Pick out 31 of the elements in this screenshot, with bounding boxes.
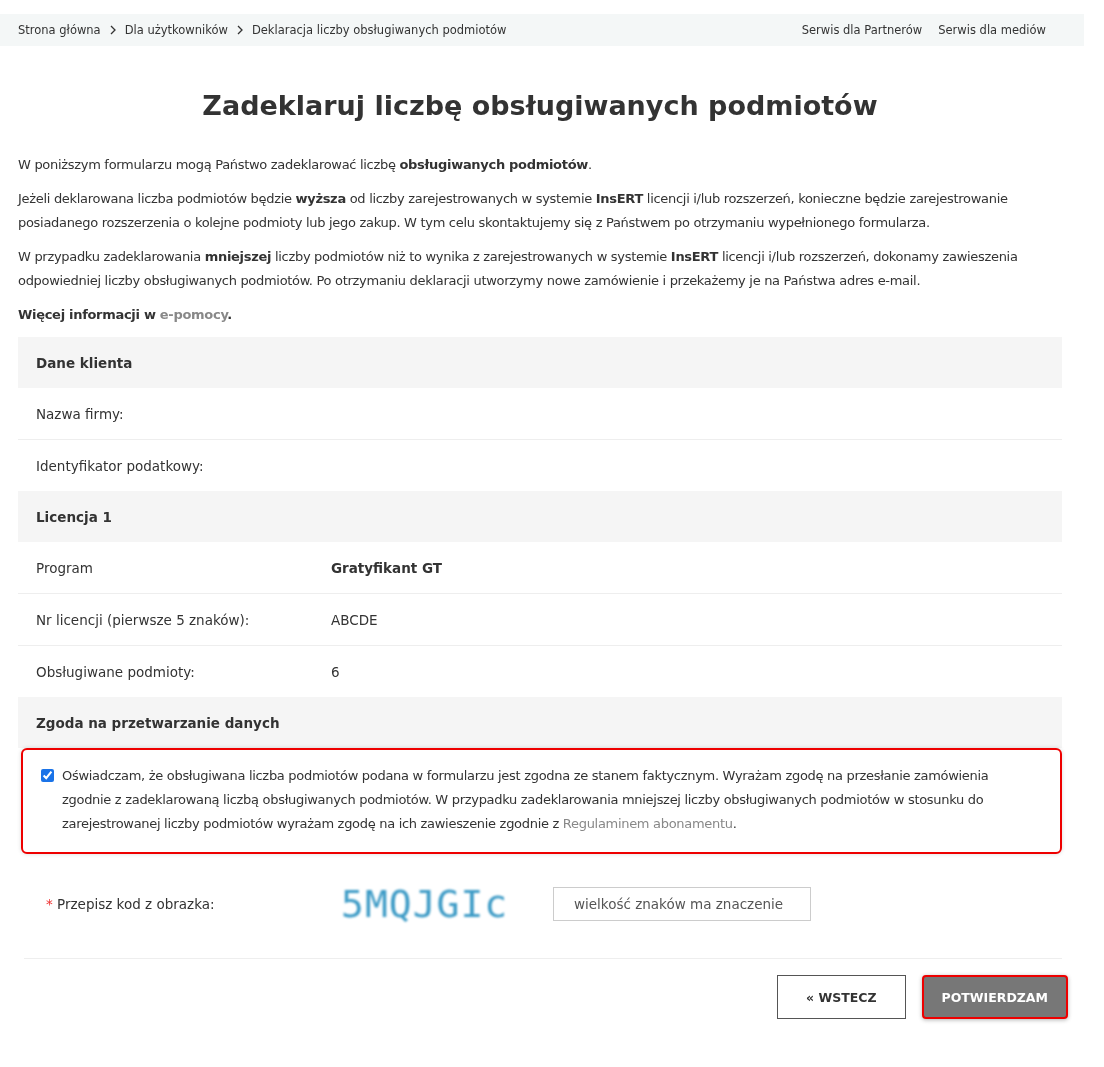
captcha-label: * Przepisz kod z obrazka: — [46, 896, 216, 912]
consent-text: Oświadczam, że obsługiwana liczba podmiotów podana w formularzu jest zgodna ze stanem faktycznym. Wyrażam zgodę na przesłanie zamówienia zgodnie z zadeklarowaną liczbą obsługiwanych podmiotów. W przypadku zadeklarowania mniejszej liczby obsługiwanych podmiotów w stosunku do zarejestrowanej liczby podmiotów wyrażam zgodę na ich zawieszenie zgodnie z Regulaminem abonamentu. — [62, 767, 990, 833]
help-link[interactable]: e-pomocy — [159, 307, 228, 322]
terms-link[interactable]: Regulaminem abonamentu — [562, 816, 733, 831]
consent-checkbox[interactable] — [41, 769, 54, 782]
top-link[interactable]: Serwis dla Partnerów — [801, 23, 923, 37]
section-header: Licencja 1 — [18, 491, 1062, 542]
field-value: ABCDE — [331, 611, 378, 628]
chevron-right-icon — [235, 25, 244, 35]
chevron-right-icon — [108, 25, 117, 35]
more-info-text: Więcej informacji w e-pomocy. — [18, 306, 233, 324]
field-value: Gratyfikant GT — [331, 559, 442, 576]
captcha-code: 5MQJGIc — [341, 882, 510, 926]
back-button[interactable]: « WSTECZ — [777, 975, 906, 1019]
field-label: Identyfikator podatkowy: — [36, 457, 205, 474]
field-label: Program — [36, 559, 94, 576]
section-header: Dane klienta — [18, 337, 1062, 388]
breadcrumb-link[interactable]: Strona główna — [18, 23, 101, 37]
field-label: Obsługiwane podmioty: — [36, 663, 196, 680]
breadcrumb-link[interactable]: Dla użytkowników — [124, 23, 228, 37]
breadcrumb-link[interactable]: Deklaracja liczby obsługiwanych podmiotów — [251, 23, 507, 37]
intro-paragraph: W poniższym formularzu mogą Państwo zadeklarować liczbę obsługiwanych podmiotów. — [18, 156, 593, 174]
intro-paragraph: W przypadku zadeklarowania mniejszej liczby podmiotów niż to wynika z zarejestrowanych w systemie InsERT licencji i/lub rozszerzeń, dokonamy zawieszenia odpowiedniej liczby obsługiwanych podmiotów. Po otrzymaniu deklaracji utworzymy nowe zamówienie i przekażemy je na Państwa adres e-mail. — [18, 248, 1019, 290]
confirm-button[interactable]: POTWIERDZAM — [921, 975, 1068, 1019]
intro-paragraph: Jeżeli deklarowana liczba podmiotów będzie wyższa od liczby zarejestrowanych w systemie InsERT licencji i/lub rozszerzeń, konieczne będzie zarejestrowanie posiadanego rozszerzenia o kolejne podmioty lub jego zakup. W tym celu skontaktujemy się z Państwem po otrzymaniu wypełnionego formularza. — [18, 190, 1009, 232]
field-label: Nazwa firmy: — [36, 405, 125, 422]
field-value: 6 — [331, 663, 340, 680]
top-link[interactable]: Serwis dla mediów — [938, 23, 1046, 37]
field-label: Nr licencji (pierwsze 5 znaków): — [36, 611, 251, 628]
page-title: Zadeklaruj liczbę obsługiwanych podmiotów — [201, 90, 879, 121]
captcha-input[interactable]: wielkość znaków ma znaczenie — [553, 887, 811, 921]
